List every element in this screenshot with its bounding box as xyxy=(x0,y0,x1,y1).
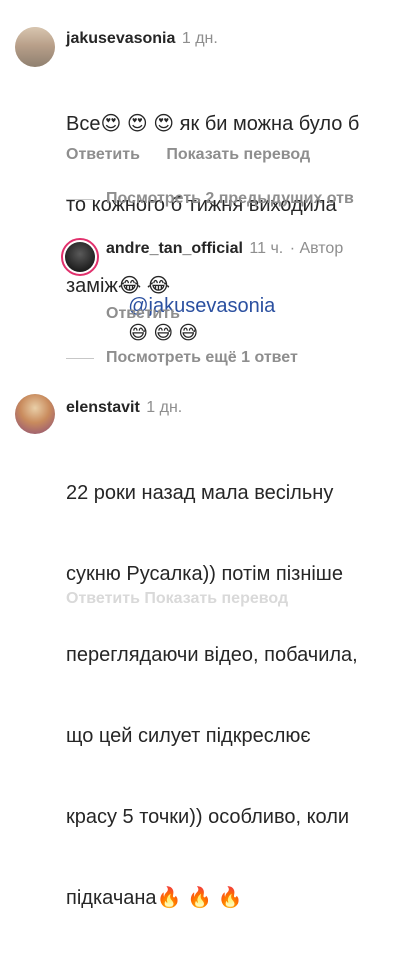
comment-text: 22 роки назад мала весільну сукню Русалк… xyxy=(66,426,358,966)
avatar[interactable] xyxy=(15,394,55,434)
reply-actions: Ответить xyxy=(106,305,202,323)
comment-actions[interactable]: Ответить Показать перевод xyxy=(66,590,288,608)
comment-line: сукню Русалка)) потім пізніше xyxy=(66,563,343,585)
username[interactable]: andre_tan_official xyxy=(106,240,243,257)
view-more-replies-button[interactable]: Посмотреть ещё 1 ответ xyxy=(66,349,298,367)
reply-button[interactable]: Ответить xyxy=(106,305,180,322)
reply-time: 11 ч. xyxy=(249,240,284,257)
comment-line: 22 роки назад мала весільну xyxy=(66,482,334,504)
comment-line: красу 5 точки)) особливо, коли xyxy=(66,806,350,828)
comment-actions: Ответить Показать перевод xyxy=(66,146,332,164)
author-badge: · Автор xyxy=(289,240,344,257)
reply-header: andre_tan_official 11 ч. · Автор xyxy=(106,240,343,258)
comment-header: jakusevasonia 1 дн. xyxy=(66,30,218,48)
divider xyxy=(66,357,94,359)
reply-button[interactable]: Ответить xyxy=(66,146,140,163)
username[interactable]: elenstavit xyxy=(66,399,140,416)
view-more-replies-label: Посмотреть ещё 1 ответ xyxy=(106,349,298,366)
divider xyxy=(66,198,94,200)
comment-header: elenstavit 1 дн. xyxy=(66,399,182,417)
avatar[interactable] xyxy=(15,27,55,67)
comment-line: переглядаючи відео, побачила, xyxy=(66,644,358,666)
comment-time: 1 дн. xyxy=(146,399,183,416)
view-previous-replies-button[interactable]: Посмотреть 2 предыдущих отв xyxy=(66,190,354,208)
translate-button[interactable]: Показать перевод xyxy=(166,146,310,163)
reply-emojis: 😅 😅 😅 xyxy=(128,323,199,344)
comment-line: підкачана🔥 🔥 🔥 xyxy=(66,887,243,909)
comment-line: що цей силует підкреслює xyxy=(66,725,311,747)
comment-time: 1 дн. xyxy=(181,30,218,47)
avatar[interactable] xyxy=(61,238,99,276)
comment-line: Все😍 😍 😍 як би можна було б xyxy=(66,113,360,135)
username[interactable]: jakusevasonia xyxy=(66,30,175,47)
view-previous-replies-label: Посмотреть 2 предыдущих отв xyxy=(106,190,354,207)
